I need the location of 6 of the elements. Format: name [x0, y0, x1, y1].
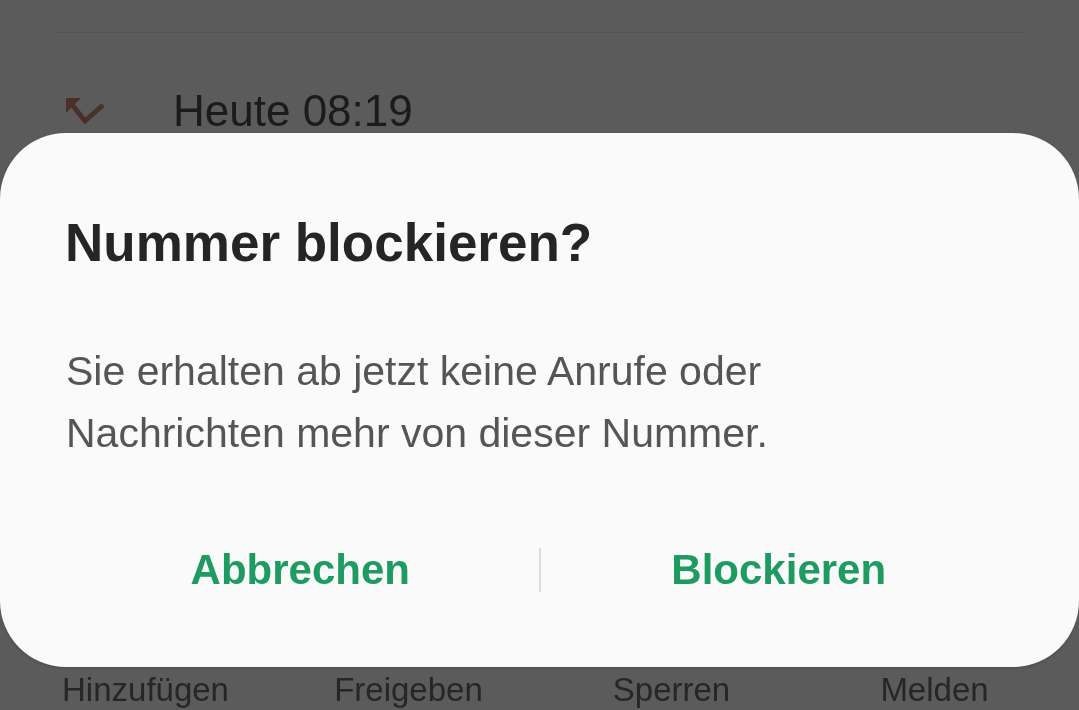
dialog-button[interactable]: Abbrechen	[62, 525, 539, 615]
dialog-title: Nummer blockieren?	[65, 212, 593, 274]
call-arrow-icon	[65, 97, 105, 125]
call-time: Heute 08:19	[173, 85, 413, 137]
dialog-button[interactable]: Blockieren	[540, 525, 1017, 615]
dialog-message: Sie erhalten ab jetzt keine Anrufe oder Nachrichten mehr von dieser Nummer.	[66, 347, 769, 458]
